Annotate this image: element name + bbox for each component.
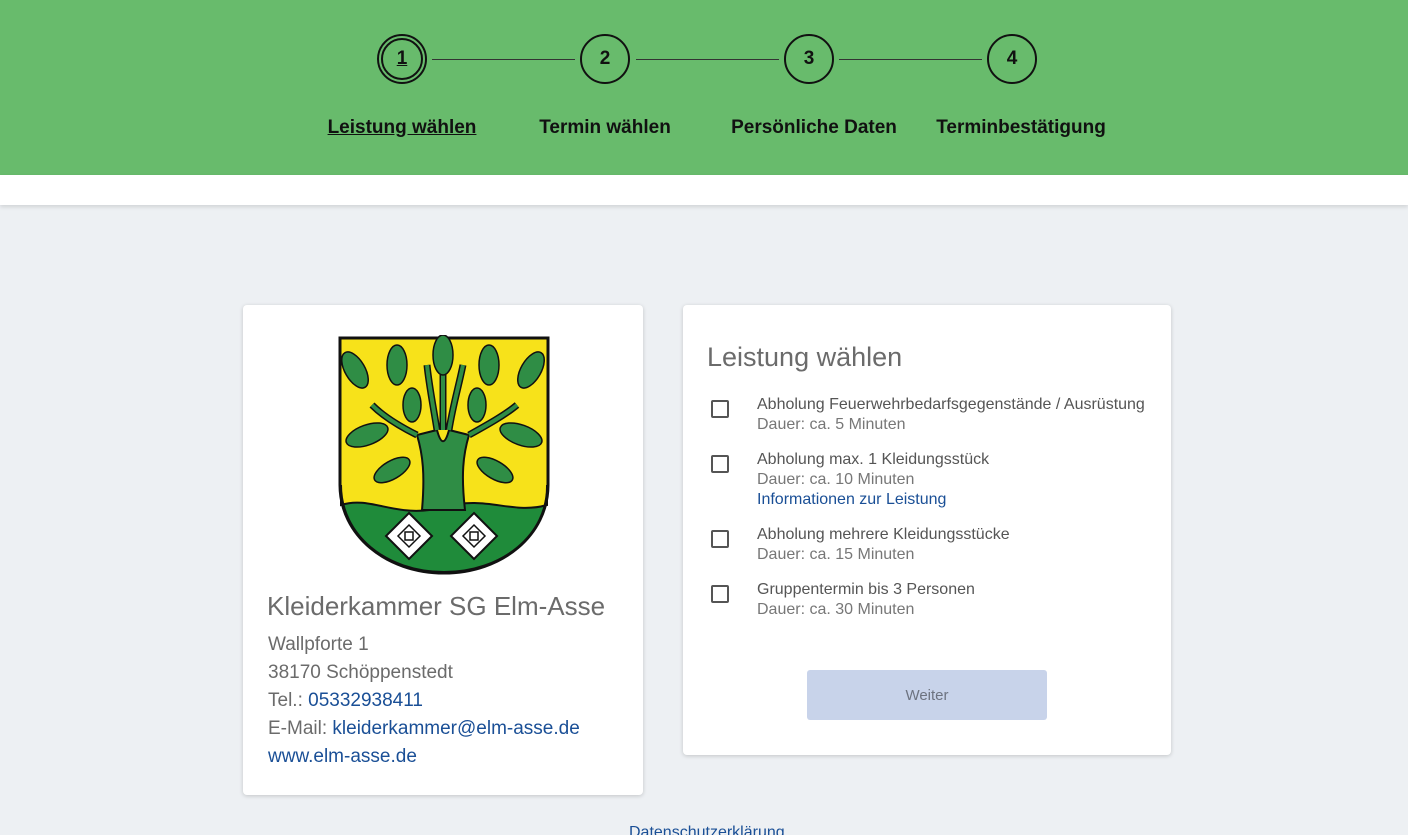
service-name: Abholung Feuerwehrbedarfsgegenstände / A… xyxy=(757,396,1145,413)
step-3-label[interactable]: Persönliche Daten xyxy=(731,117,897,139)
step-1-label[interactable]: Leistung wählen xyxy=(328,117,477,139)
step-connector xyxy=(432,59,575,60)
organization-name: Kleiderkammer SG Elm-Asse xyxy=(267,591,606,621)
step-1-circle[interactable]: 1 xyxy=(377,34,427,84)
step-4-circle[interactable]: 4 xyxy=(987,34,1037,84)
phone-label: Tel.: xyxy=(268,690,303,711)
step-2-label[interactable]: Termin wählen xyxy=(539,117,671,139)
coat-of-arms-logo xyxy=(338,335,550,575)
email-link[interactable]: kleiderkammer@elm-asse.de xyxy=(332,718,579,739)
address-city: 38170 Schöppenstedt xyxy=(268,662,453,683)
service-checkbox[interactable] xyxy=(711,455,729,473)
step-3-circle[interactable]: 3 xyxy=(784,34,834,84)
phone-link[interactable]: 05332938411 xyxy=(308,690,423,711)
service-duration: Dauer: ca. 5 Minuten xyxy=(757,416,906,433)
service-checkbox[interactable] xyxy=(711,585,729,603)
phone-row: Tel.: 05332938411 xyxy=(268,690,423,712)
website-link[interactable]: www.elm-asse.de xyxy=(268,746,417,767)
step-1-number: 1 xyxy=(396,48,408,69)
email-label: E-Mail: xyxy=(268,718,328,739)
step-connector xyxy=(636,59,779,60)
next-button[interactable]: Weiter xyxy=(807,670,1047,720)
service-name: Gruppentermin bis 3 Personen xyxy=(757,581,975,598)
progress-header: 1 2 3 4 Leistung wählen Termin wählen Pe… xyxy=(0,0,1408,175)
website-row: www.elm-asse.de xyxy=(268,746,417,768)
service-selection-card: Leistung wählen Abholung Feuerwehrbedarf… xyxy=(683,305,1171,755)
email-row: E-Mail: kleiderkammer@elm-asse.de xyxy=(268,718,580,740)
step-3-number: 3 xyxy=(803,48,815,69)
step-4-number: 4 xyxy=(1006,48,1018,69)
service-duration: Dauer: ca. 30 Minuten xyxy=(757,601,915,618)
service-info-link[interactable]: Informationen zur Leistung xyxy=(757,491,946,509)
service-duration: Dauer: ca. 15 Minuten xyxy=(757,546,915,563)
service-name: Abholung mehrere Kleidungsstücke xyxy=(757,526,1010,543)
service-duration: Dauer: ca. 10 Minuten xyxy=(757,471,915,488)
service-checkbox[interactable] xyxy=(711,530,729,548)
service-section-title: Leistung wählen xyxy=(707,342,903,372)
step-connector xyxy=(839,59,982,60)
service-name: Abholung max. 1 Kleidungsstück xyxy=(757,451,990,468)
organization-card: Kleiderkammer SG Elm-Asse Wallpforte 1 3… xyxy=(243,305,643,795)
header-band xyxy=(0,175,1408,205)
step-2-circle[interactable]: 2 xyxy=(580,34,630,84)
address-street: Wallpforte 1 xyxy=(268,634,369,655)
step-4-label[interactable]: Terminbestätigung xyxy=(936,117,1106,139)
step-2-number: 2 xyxy=(599,48,611,69)
privacy-policy-link[interactable]: Datenschutzerklärung xyxy=(629,824,785,835)
service-checkbox[interactable] xyxy=(711,400,729,418)
